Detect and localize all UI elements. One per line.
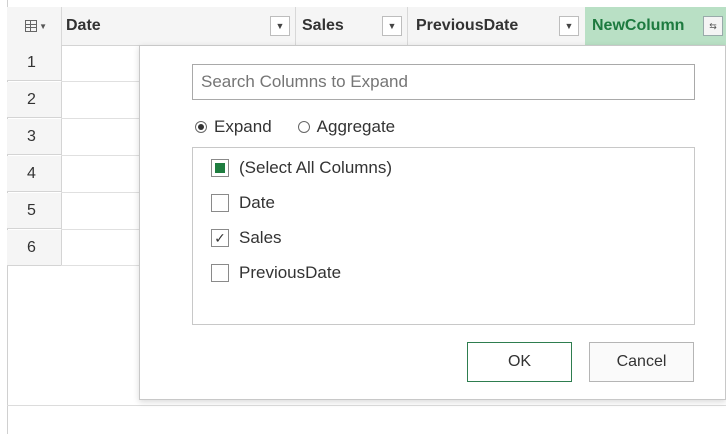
row-number: 3 xyxy=(7,119,61,155)
list-item-select-all[interactable]: (Select All Columns) xyxy=(211,154,392,182)
column-separator xyxy=(295,7,296,45)
column-header-newcolumn-cell[interactable]: NewColumn ⇆ xyxy=(585,7,726,45)
list-item-previousdate[interactable]: PreviousDate xyxy=(211,259,341,287)
expand-radio[interactable] xyxy=(195,121,207,133)
column-separator xyxy=(407,7,408,45)
cancel-button[interactable]: Cancel xyxy=(589,342,694,382)
row-number: 4 xyxy=(7,156,61,192)
sales-filter-dropdown-icon[interactable]: ▼ xyxy=(382,16,402,36)
table-menu-button[interactable]: ▼ xyxy=(25,15,47,37)
date-filter-dropdown-icon[interactable]: ▼ xyxy=(270,16,290,36)
aggregate-radio-label[interactable]: Aggregate xyxy=(317,117,395,137)
previousdate-checkbox[interactable] xyxy=(211,264,229,282)
expand-radio-label[interactable]: Expand xyxy=(214,117,272,137)
row-divider xyxy=(61,155,141,156)
ok-button[interactable]: OK xyxy=(467,342,572,382)
column-header-row: ▼ Date ▼ Sales ▼ PreviousDate ▼ NewColum… xyxy=(7,7,726,46)
column-header-sales[interactable]: Sales xyxy=(302,7,344,45)
list-item-label: Sales xyxy=(239,228,282,247)
check-icon: ✓ xyxy=(214,229,226,246)
column-header-date[interactable]: Date xyxy=(66,7,101,45)
row-divider xyxy=(61,229,141,230)
select-all-checkbox[interactable] xyxy=(211,159,229,177)
list-item-label: PreviousDate xyxy=(239,263,342,282)
expand-columns-dialog: Expand Aggregate (Select All Columns) Da… xyxy=(139,45,726,400)
column-checklist: (Select All Columns) Date ✓ Sales Previo… xyxy=(192,147,695,325)
grid-bottom-border xyxy=(7,405,726,406)
search-columns-input[interactable] xyxy=(192,64,695,100)
column-header-previousdate[interactable]: PreviousDate xyxy=(416,7,518,45)
expand-column-icon[interactable]: ⇆ xyxy=(703,16,723,36)
row-divider xyxy=(61,118,141,119)
table-grid-icon xyxy=(25,20,38,32)
column-header-newcolumn: NewColumn xyxy=(592,17,685,34)
row-divider xyxy=(61,192,141,193)
chevron-down-icon: ▼ xyxy=(39,21,47,31)
aggregate-radio[interactable] xyxy=(297,121,310,133)
sales-checkbox[interactable]: ✓ xyxy=(211,229,229,247)
row-number: 5 xyxy=(7,193,61,229)
row-divider xyxy=(61,265,141,266)
list-item-sales[interactable]: ✓ Sales xyxy=(211,224,282,252)
row-number: 2 xyxy=(7,82,61,118)
list-item-label: (Select All Columns) xyxy=(239,158,393,177)
previousdate-filter-dropdown-icon[interactable]: ▼ xyxy=(559,16,579,36)
date-checkbox[interactable] xyxy=(211,194,229,212)
list-item-date[interactable]: Date xyxy=(211,189,275,217)
row-number: 1 xyxy=(7,45,61,81)
column-separator xyxy=(61,7,62,45)
list-item-label: Date xyxy=(239,193,275,212)
row-divider xyxy=(61,81,141,82)
row-number: 6 xyxy=(7,230,61,266)
expand-mode-radio-group: Expand Aggregate xyxy=(195,114,395,140)
